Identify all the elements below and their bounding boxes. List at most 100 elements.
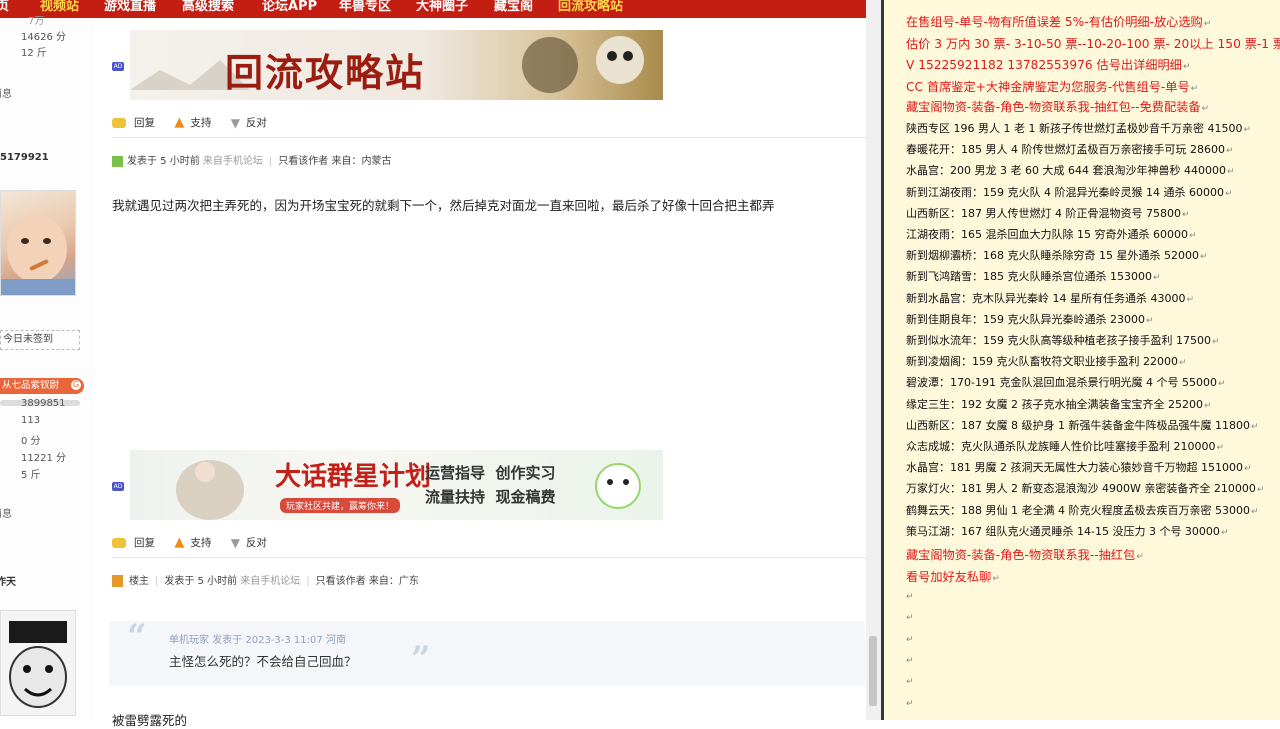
banner2-slogan-2: 流量扶持 现金稿费 xyxy=(425,488,556,506)
notepad-line: 新到水晶宫：克木队异光秦岭 14 星所有任务通杀 43000↵ xyxy=(906,290,1194,306)
user1-stat-2: 14626 分 xyxy=(21,32,66,43)
user2-stat-3: 0 分 xyxy=(21,436,41,447)
post2-only-author-link[interactable]: 只看该作者 xyxy=(316,576,366,587)
nav-item-search[interactable]: 高级搜索 xyxy=(182,0,234,14)
banner2-subtitle: 玩家社区共建，赢筹你来！ xyxy=(280,498,401,513)
return-mark-icon: ↵ xyxy=(1136,552,1144,562)
banner-title: 回流攻略站 xyxy=(225,50,426,95)
nav-item-circle[interactable]: 大神圈子 xyxy=(416,0,468,14)
user2-id[interactable]: 5179921 xyxy=(0,152,49,163)
quote-location: 河南 xyxy=(325,635,346,646)
user2-stat-4: 11221 分 xyxy=(21,453,66,464)
page-scrollbar[interactable] xyxy=(866,0,881,720)
notepad-line: 新到佳期良年：159 克火队异光秦岭通杀 23000↵ xyxy=(906,311,1154,327)
notepad-line-text: 新到凌烟阁：159 克火队畜牧符文职业接手盈利 22000 xyxy=(906,355,1178,369)
post2-location: 来自：广东 xyxy=(368,576,419,587)
oppose-icon: ▼ xyxy=(230,115,240,130)
return-mark-icon: ↵ xyxy=(906,634,914,645)
post1-source[interactable]: 来自手机论坛 xyxy=(203,156,263,167)
user2-message-link[interactable]: 消息 xyxy=(0,505,12,520)
reply-button[interactable]: 回复 xyxy=(134,115,155,130)
return-mark-icon: ↵ xyxy=(1181,209,1190,220)
notepad-line-text: 新到水晶宫：克木队异光秦岭 14 星所有任务通杀 43000 xyxy=(906,291,1186,305)
notepad-line: 估价 3 万内 30 票- 3-10-50 票--10-20-100 票- 20… xyxy=(906,34,1280,52)
oppose-button[interactable]: 反对 xyxy=(246,535,267,550)
return-mark-icon: ↵ xyxy=(906,698,914,709)
notepad-line: 鹤舞云天：188 男仙 1 老全满 4 阶克火程度孟极去疾百万亲密 53000↵ xyxy=(906,502,1259,518)
notepad-line-text: 新到似水流年：159 克火队高等级种植老孩子接手盈利 17500 xyxy=(906,334,1211,347)
notepad-line-text: 鹤舞云天：188 男仙 1 老全满 4 阶克火程度孟极去疾百万亲密 53000 xyxy=(906,503,1250,517)
notepad-line-text: 江湖夜雨：165 混杀回血大力队除 15 穷奇外通杀 60000 xyxy=(906,228,1188,241)
notepad-line: 新到似水流年：159 克火队高等级种植老孩子接手盈利 17500↵ xyxy=(906,332,1220,348)
return-mark-icon: ↵ xyxy=(906,613,914,624)
user2-avatar[interactable] xyxy=(0,190,76,296)
notepad-line: 江湖夜雨：165 混杀回血大力队除 15 穷奇外通杀 60000↵ xyxy=(906,226,1197,242)
notepad-line: 策马江湖：167 组队克火通灵睡杀 14-15 没压力 3 个号 30000↵ xyxy=(906,523,1228,539)
nav-item-live[interactable]: 游戏直播 xyxy=(104,0,156,14)
quote-time: 发表于 2023-3-3 11:07 xyxy=(212,635,323,646)
notepad-line: 藏宝阁物资-装备-角色-物资联系我--抽红包↵ xyxy=(906,545,1144,563)
notepad-line: 新到凌烟阁：159 克火队畜牧符文职业接手盈利 22000↵ xyxy=(906,353,1187,369)
nav-item-cbg[interactable]: 藏宝阁 xyxy=(494,0,533,14)
notepad-line-text: 春暖花开：185 男人 4 阶传世燃灯孟极百万亲密接手可玩 28600 xyxy=(906,143,1225,157)
mobile-icon xyxy=(112,155,123,167)
oppose-icon: ▼ xyxy=(230,535,240,550)
banner2-slogan-1: 运营指导 创作实习 xyxy=(425,464,556,482)
reply-button[interactable]: 回复 xyxy=(134,535,155,550)
user-rank-badge: 从七品紫钗尉 G xyxy=(0,378,84,394)
quote-close-icon: ” xyxy=(411,639,431,679)
notepad-line: 万家灯火：181 男人 2 新变态混浪淘沙 4900W 亲密装备齐全 21000… xyxy=(906,480,1264,496)
reply-icon xyxy=(112,537,126,548)
notepad-line: V 15225921182 13782553976 估号出详细明细↵ xyxy=(906,55,1190,73)
user1-message-link[interactable]: 消息 xyxy=(0,85,12,100)
post1-only-author-link[interactable]: 只看该作者 xyxy=(278,156,328,167)
notepad-line-text: 万家灯火：181 男人 2 新变态混浪淘沙 4900W 亲密装备齐全 21000… xyxy=(906,482,1256,496)
user3-avatar[interactable] xyxy=(0,610,76,716)
notepad-line-text: 水晶宫：181 男魔 2 孩洞天无属性大力装心猿妙音千万物超 151000 xyxy=(906,461,1243,475)
nav-item-event[interactable]: 年兽专区 xyxy=(339,0,391,14)
sign-in-status[interactable]: 今日未签到 xyxy=(0,330,80,350)
notepad-line: 在售组号-单号-物有所值误差 5%-有估价明细-放心选购↵ xyxy=(906,12,1211,30)
notepad-line: 陕西专区 196 男人 1 老 1 新孩子传世燃灯孟极妙音千万亲密 41500↵ xyxy=(906,120,1251,136)
return-mark-icon: ↵ xyxy=(1186,294,1195,305)
notepad-line-text: 陕西专区 196 男人 1 老 1 新孩子传世燃灯孟极妙音千万亲密 41500 xyxy=(906,122,1243,135)
ad-banner-return-guide[interactable]: 回流攻略站 xyxy=(130,30,663,100)
notepad-line-text: CC 首席鉴定+大神金牌鉴定为您服务-代售组号-单号 xyxy=(906,80,1190,94)
return-mark-icon: ↵ xyxy=(1178,358,1187,369)
post2-source[interactable]: 来自手机论坛 xyxy=(240,576,300,587)
ad-label: AD xyxy=(112,62,124,71)
return-mark-icon: ↵ xyxy=(1190,84,1199,94)
return-mark-icon: ↵ xyxy=(1243,464,1252,475)
return-mark-icon: ↵ xyxy=(906,655,914,666)
notepad-overlay[interactable]: 在售组号-单号-物有所值误差 5%-有估价明细-放心选购↵ 估价 3 万内 30 … xyxy=(884,0,1280,720)
quote-author[interactable]: 单机玩家 xyxy=(169,635,209,646)
nav-item-video[interactable]: 视频站 xyxy=(40,0,79,14)
post2-role: 楼主 xyxy=(129,576,149,587)
notepad-line-text: 看号加好友私聊 xyxy=(906,569,992,584)
support-icon: ▲ xyxy=(174,535,185,550)
notepad-line-text: 在售组号-单号-物有所值误差 5%-有估价明细-放心选购 xyxy=(906,15,1203,29)
notepad-line-text: 藏宝阁物资-装备-角色-物资联系我--抽红包 xyxy=(906,548,1136,562)
support-button[interactable]: 支持 xyxy=(190,115,211,130)
notepad-line-text: 藏宝阁物资-装备-角色-物资联系我-抽红包--免费配装备 xyxy=(906,100,1201,114)
quote-text: 主怪怎么死的？不会给自己回血？ xyxy=(169,654,357,669)
nav-item-return-guide[interactable]: 回流攻略站 xyxy=(558,0,623,14)
notepad-line: 新到飞鸿踏雪：185 克火队睡杀宫位通杀 153000↵ xyxy=(906,268,1161,284)
scrollbar-thumb[interactable] xyxy=(869,636,877,706)
reply-icon xyxy=(112,117,126,128)
user3-name[interactable]: 昨天 xyxy=(0,573,16,588)
baby-photo-icon xyxy=(1,215,75,295)
quote-header: 单机玩家 发表于 2023-3-3 11:07 河南 xyxy=(169,631,346,646)
return-mark-icon: ↵ xyxy=(1211,337,1220,347)
nav-item-app[interactable]: 论坛APP xyxy=(262,0,317,14)
notepad-line: 山西新区：187 男人传世燃灯 4 阶正骨混物资号 75800↵ xyxy=(906,205,1190,221)
oppose-button[interactable]: 反对 xyxy=(246,115,267,130)
post2-action-bar: 回复 ▲ 支持 ▼ 反对 xyxy=(112,535,267,550)
nav-item-home[interactable]: 页 xyxy=(0,0,9,14)
notepad-line: 水晶宫：200 男龙 3 老 60 大成 644 套浪淘沙年神兽秒 440000… xyxy=(906,162,1235,178)
return-mark-icon: ↵ xyxy=(1250,421,1259,432)
user1-stat-1: 7万 xyxy=(28,16,45,27)
support-button[interactable]: 支持 xyxy=(190,535,211,550)
notepad-line-text: 新到佳期良年：159 克火队异光秦岭通杀 23000 xyxy=(906,312,1145,326)
ad-banner-star-plan[interactable]: 大话群星计划 玩家社区共建，赢筹你来！ 运营指导 创作实习 流量扶持 现金稿费 xyxy=(130,450,663,520)
